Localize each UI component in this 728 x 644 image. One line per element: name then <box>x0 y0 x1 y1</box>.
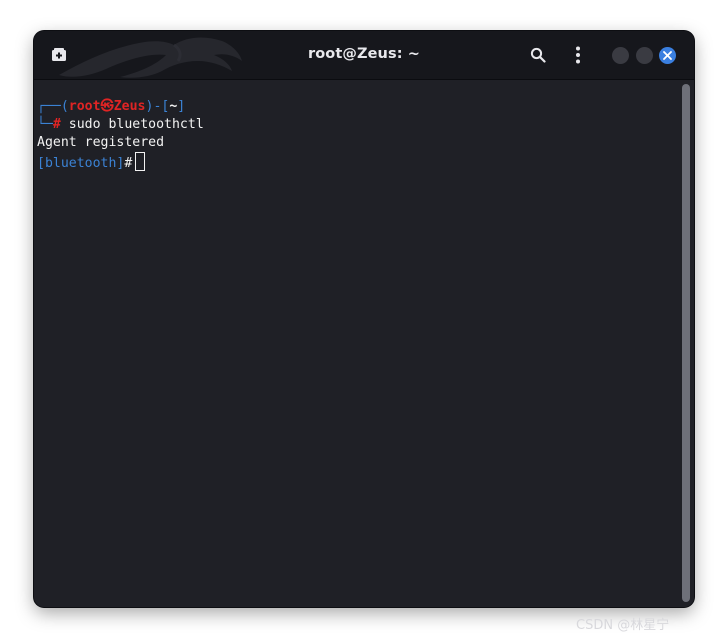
close-icon <box>663 51 672 60</box>
prompt-at-symbol: ㉿ <box>100 99 114 114</box>
prompt-line-top: ┌──(root㉿Zeus)-[~] <box>37 98 185 116</box>
menu-button[interactable] <box>566 43 590 67</box>
prompt-corner-top: ┌── <box>37 99 61 114</box>
prompt-hash: # <box>52 117 61 132</box>
bluetooth-prompt-line: [bluetooth]# <box>37 152 146 173</box>
prompt-corner-bottom: └─ <box>37 117 53 132</box>
window-title: root@Zeus: ~ <box>307 46 420 62</box>
close-button[interactable] <box>659 47 676 64</box>
bluetooth-prompt: [bluetooth] <box>37 156 125 171</box>
command-line: └─# sudo bluetoothctl <box>37 116 204 134</box>
prompt-open-paren: ( <box>60 99 69 114</box>
minimize-button[interactable] <box>612 47 629 64</box>
prompt-user: root <box>68 99 101 114</box>
maximize-button[interactable] <box>636 47 653 64</box>
scrollbar-thumb[interactable] <box>682 84 690 602</box>
prompt-host: Zeus <box>113 99 146 114</box>
prompt-close-bracket: ] <box>177 99 186 114</box>
output-text: Agent registered <box>37 135 165 150</box>
output-line: Agent registered <box>37 134 164 152</box>
search-button[interactable] <box>526 43 550 67</box>
command-text: sudo bluetoothctl <box>60 117 204 132</box>
text-cursor[interactable] <box>135 152 146 171</box>
prompt-separator: )-[ <box>145 99 170 114</box>
kebab-menu-icon <box>576 46 580 64</box>
search-icon <box>530 47 546 63</box>
title-bar[interactable]: root@Zeus: ~ <box>34 31 694 80</box>
terminal-output-area[interactable]: ┌──(root㉿Zeus)-[~] └─# sudo bluetoothctl… <box>34 80 678 607</box>
bluetooth-hash: # <box>124 156 133 171</box>
scrollbar[interactable] <box>678 80 694 607</box>
watermark: CSDN @林星宁 <box>576 618 670 633</box>
terminal-window: root@Zeus: ~ ┌──(root㉿Zeus)-[~] └─# sudo… <box>34 31 694 607</box>
